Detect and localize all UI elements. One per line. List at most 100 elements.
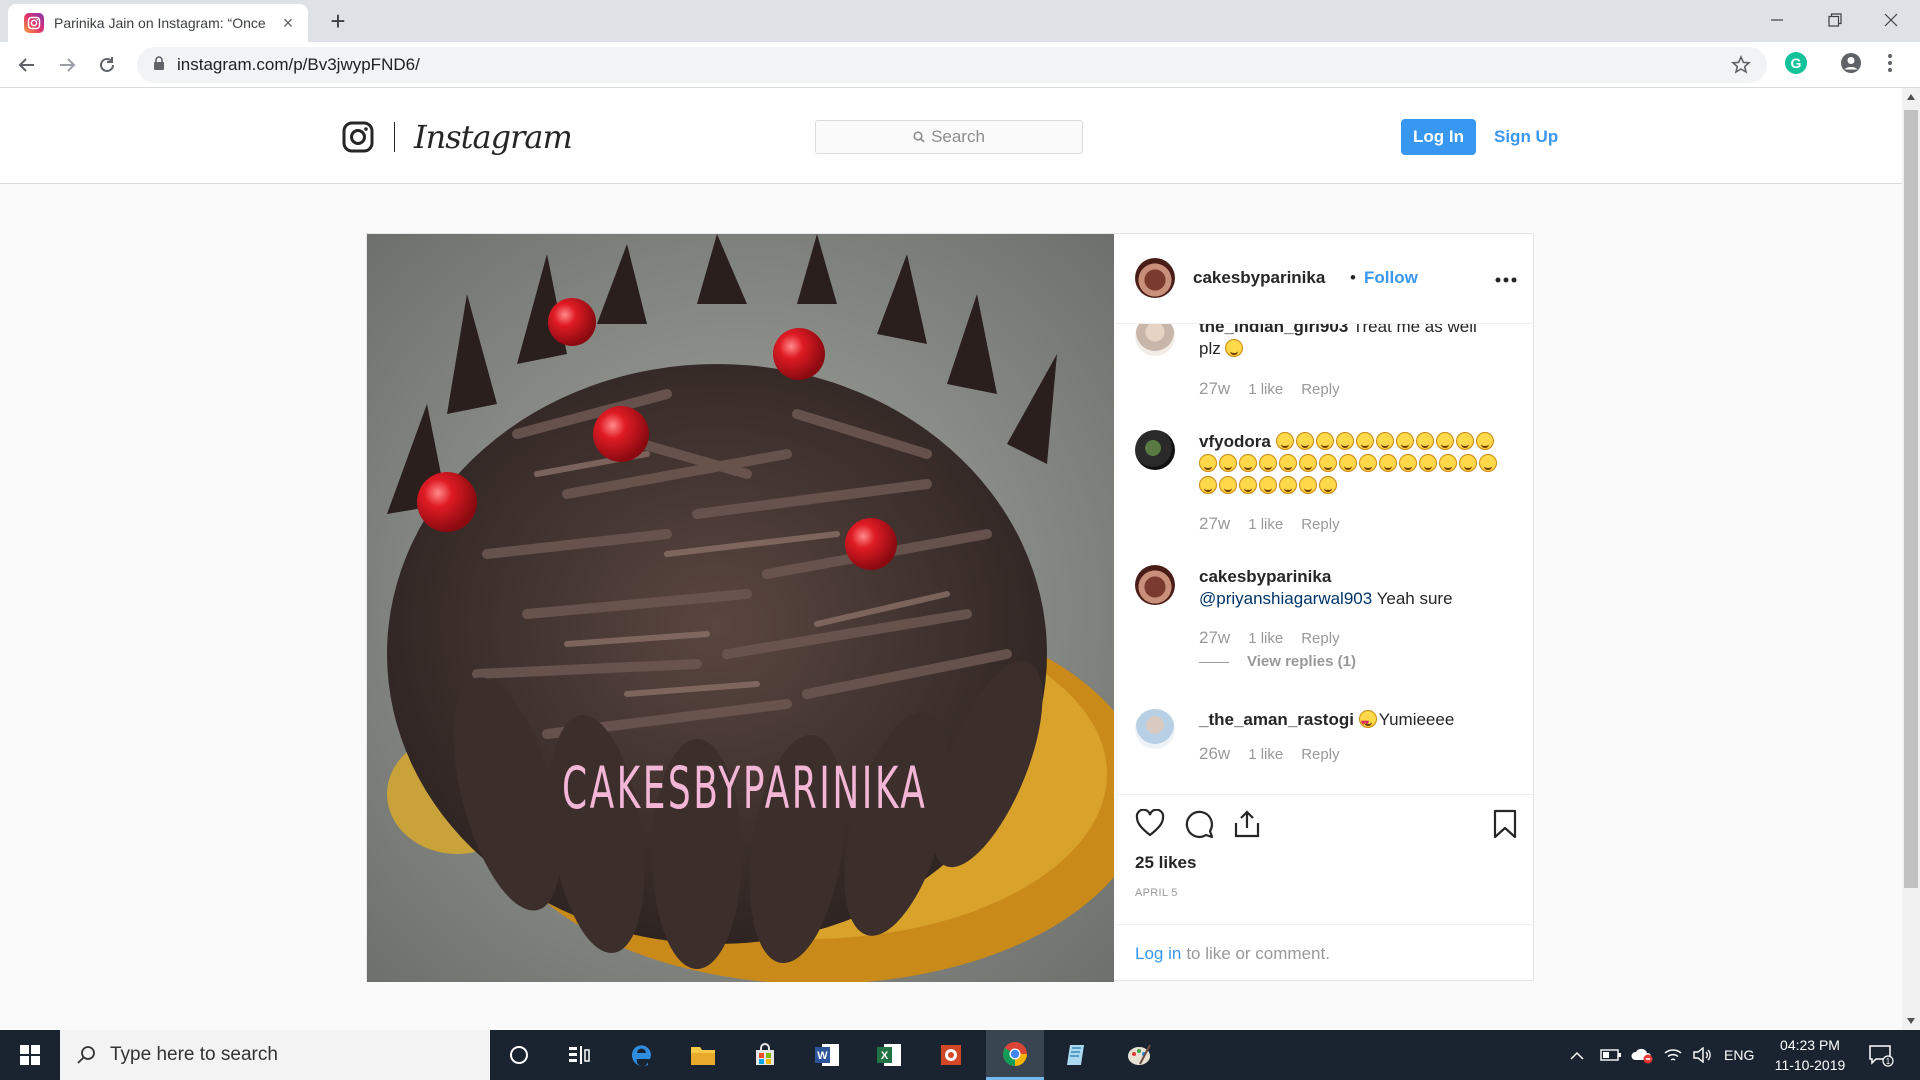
instagram-page: Instagram Search Log In Sign Up CAKESBYP… xyxy=(0,88,1902,1030)
instagram-camera-icon[interactable] xyxy=(342,121,374,153)
microsoft-store-icon[interactable] xyxy=(736,1030,794,1080)
taskbar-search-icon xyxy=(77,1046,95,1064)
wifi-icon[interactable] xyxy=(1663,1030,1683,1080)
taskbar-clock[interactable]: 04:23 PM 11-10-2019 xyxy=(1762,1035,1858,1075)
restore-icon[interactable] xyxy=(1806,0,1864,40)
volume-icon[interactable] xyxy=(1692,1030,1712,1080)
action-center-icon[interactable]: 1 xyxy=(1868,1030,1894,1080)
login-button[interactable]: Log In xyxy=(1401,119,1476,155)
laughing-emoji-icon xyxy=(1339,454,1357,472)
comment-time[interactable]: 27w xyxy=(1199,379,1230,399)
laughing-emoji-icon xyxy=(1319,476,1337,494)
laughing-emoji-icon xyxy=(1299,454,1317,472)
powerpoint-icon[interactable] xyxy=(922,1030,980,1080)
laughing-emoji-icon xyxy=(1239,454,1257,472)
grammarly-extension-icon[interactable]: G xyxy=(1785,52,1807,74)
commenter-avatar[interactable] xyxy=(1135,430,1175,470)
close-window-icon[interactable] xyxy=(1862,0,1920,40)
windows-start-icon[interactable] xyxy=(0,1030,60,1080)
commenter-avatar[interactable] xyxy=(1135,709,1175,749)
login-prompt-text: to like or comment. xyxy=(1186,943,1330,963)
excel-icon[interactable]: X xyxy=(860,1030,918,1080)
view-replies-button[interactable]: View replies (1) xyxy=(1247,653,1356,670)
tab-title: Parinika Jain on Instagram: “Once xyxy=(54,15,266,31)
likes-count[interactable]: 25 likes xyxy=(1135,853,1196,873)
share-icon[interactable] xyxy=(1233,809,1261,844)
comment-reply-button[interactable]: Reply xyxy=(1301,746,1339,763)
svg-text:W: W xyxy=(817,1050,828,1062)
comment-reply-button[interactable]: Reply xyxy=(1301,630,1339,647)
cortana-icon[interactable] xyxy=(490,1030,548,1080)
notepad-app-icon[interactable] xyxy=(1048,1030,1106,1080)
word-icon[interactable]: W xyxy=(798,1030,856,1080)
laughing-emoji-icon xyxy=(1479,454,1497,472)
instagram-wordmark[interactable]: Instagram xyxy=(414,118,573,156)
comment-reply-button[interactable]: Reply xyxy=(1301,516,1339,533)
address-bar[interactable]: instagram.com/p/Bv3jwypFND6/ xyxy=(137,47,1767,83)
laughing-emoji-icon xyxy=(1335,432,1354,450)
comment-time[interactable]: 27w xyxy=(1199,628,1230,648)
laughing-emoji-icon xyxy=(1299,476,1317,494)
comment-icon[interactable] xyxy=(1184,809,1214,844)
photo-watermark: CAKESBYPARINIKA xyxy=(562,754,928,822)
profile-icon[interactable] xyxy=(1840,52,1862,79)
laughing-emoji-icon xyxy=(1439,454,1457,472)
chrome-icon[interactable] xyxy=(986,1030,1044,1080)
comment-likes[interactable]: 1 like xyxy=(1248,630,1283,647)
author-avatar[interactable] xyxy=(1135,258,1175,298)
comment-username[interactable]: cakesbyparinika xyxy=(1199,567,1331,586)
post-photo[interactable]: CAKESBYPARINIKA xyxy=(367,234,1114,982)
onedrive-sync-icon[interactable] xyxy=(1630,1030,1654,1080)
file-explorer-icon[interactable] xyxy=(674,1030,732,1080)
laughing-emoji-icon xyxy=(1225,339,1244,357)
laughing-emoji-icon xyxy=(1419,454,1437,472)
show-hidden-icons[interactable] xyxy=(1570,1030,1584,1080)
input-language[interactable]: ENG xyxy=(1724,1030,1754,1080)
follow-button[interactable]: Follow xyxy=(1364,268,1418,288)
minimize-icon[interactable] xyxy=(1748,0,1806,40)
more-options-icon[interactable] xyxy=(1495,270,1517,288)
signup-link[interactable]: Sign Up xyxy=(1494,127,1558,147)
url-text: instagram.com/p/Bv3jwypFND6/ xyxy=(177,55,420,74)
comment-time[interactable]: 27w xyxy=(1199,514,1230,534)
comment-text: vfyodora xyxy=(1199,431,1499,497)
laughing-emoji-icon xyxy=(1279,476,1297,494)
comment-username[interactable]: _the_aman_rastogi xyxy=(1199,710,1354,729)
browser-tab[interactable]: Parinika Jain on Instagram: “Once × xyxy=(8,4,308,42)
back-arrow-icon[interactable] xyxy=(12,50,42,80)
instagram-favicon-icon xyxy=(24,13,44,33)
laughing-emoji-icon xyxy=(1455,432,1474,450)
forward-arrow-icon[interactable] xyxy=(52,50,82,80)
comment-username[interactable]: vfyodora xyxy=(1199,432,1271,451)
commenter-avatar[interactable] xyxy=(1135,565,1175,605)
search-input[interactable]: Search xyxy=(815,120,1083,154)
comment-likes[interactable]: 1 like xyxy=(1248,516,1283,533)
comment-likes[interactable]: 1 like xyxy=(1248,746,1283,763)
reload-icon[interactable] xyxy=(92,50,122,80)
commenter-avatar[interactable] xyxy=(1135,324,1175,356)
comment-text: _the_aman_rastogi Yumieeee xyxy=(1199,709,1499,734)
taskbar-search-input[interactable]: Type here to search xyxy=(60,1030,490,1080)
comment-time[interactable]: 26w xyxy=(1199,744,1230,764)
chrome-menu-icon[interactable] xyxy=(1888,54,1892,77)
bookmark-icon[interactable] xyxy=(1493,809,1517,844)
tab-close-icon[interactable]: × xyxy=(278,13,298,34)
battery-icon[interactable] xyxy=(1600,1030,1622,1080)
comment-mention[interactable]: @priyanshiagarwal903 xyxy=(1199,589,1372,608)
bookmark-star-icon[interactable] xyxy=(1731,55,1751,80)
post-date[interactable]: APRIL 5 xyxy=(1135,887,1178,899)
comment-username[interactable]: the_indian_girl903 xyxy=(1199,324,1348,336)
comment-text: the_indian_girl903 Treat me as well plz xyxy=(1199,324,1499,360)
task-view-icon[interactable] xyxy=(550,1030,608,1080)
paint-app-icon[interactable] xyxy=(1110,1030,1168,1080)
login-link[interactable]: Log in xyxy=(1135,944,1181,964)
comment-reply-button[interactable]: Reply xyxy=(1301,381,1339,398)
heart-icon[interactable] xyxy=(1135,808,1165,842)
new-tab-button[interactable]: + xyxy=(324,8,352,34)
scrollbar-thumb[interactable] xyxy=(1904,110,1918,888)
laughing-emoji-icon xyxy=(1315,432,1334,450)
edge-browser-icon[interactable] xyxy=(612,1030,670,1080)
author-username[interactable]: cakesbyparinika xyxy=(1193,268,1325,288)
comment-likes[interactable]: 1 like xyxy=(1248,381,1283,398)
clock-date: 11-10-2019 xyxy=(1774,1057,1846,1073)
